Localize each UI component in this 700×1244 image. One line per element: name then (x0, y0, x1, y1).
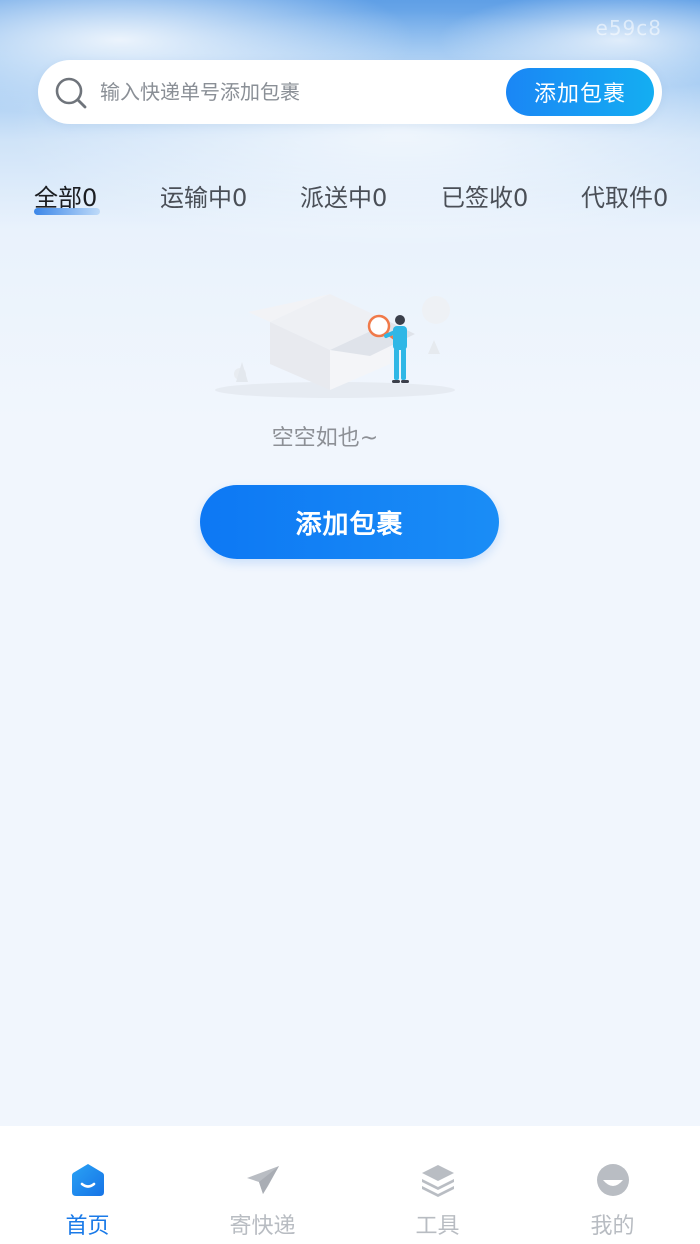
layers-icon (420, 1162, 456, 1198)
tab-all[interactable]: 全部0 (34, 178, 97, 224)
nav-mine[interactable]: 我的 (525, 1126, 700, 1244)
add-package-main-button[interactable]: 添加包裹 (200, 485, 499, 559)
search-icon (54, 76, 88, 110)
tab-in-transit[interactable]: 运输中0 (160, 178, 247, 224)
watermark-text: e59c8 (595, 16, 662, 40)
tab-signed[interactable]: 已签收0 (441, 178, 528, 224)
home-icon (70, 1162, 106, 1198)
nav-tools[interactable]: 工具 (350, 1126, 525, 1244)
nav-send-express-label: 寄快递 (229, 1214, 296, 1239)
nav-mine-label: 我的 (590, 1214, 635, 1239)
profile-icon (595, 1162, 631, 1198)
paper-plane-icon (245, 1162, 281, 1198)
empty-state-message: 空空如也~ (271, 426, 379, 451)
nav-send-express[interactable]: 寄快递 (175, 1126, 350, 1244)
nav-home[interactable]: 首页 (0, 1126, 175, 1244)
search-bar[interactable]: 添加包裹 (38, 60, 662, 124)
nav-tools-label: 工具 (415, 1214, 460, 1239)
active-tab-indicator (34, 208, 100, 215)
search-input[interactable] (100, 72, 480, 112)
empty-box-illustration (200, 282, 470, 402)
add-package-button[interactable]: 添加包裹 (506, 68, 654, 116)
tab-pending-pickup[interactable]: 代取件0 (581, 178, 668, 224)
status-tabs: 全部0 运输中0 派送中0 已签收0 代取件0 (0, 178, 700, 228)
tab-out-for-delivery[interactable]: 派送中0 (300, 178, 387, 224)
bottom-navigation: 首页 寄快递 工具 我的 (0, 1126, 700, 1244)
nav-home-label: 首页 (65, 1214, 110, 1239)
